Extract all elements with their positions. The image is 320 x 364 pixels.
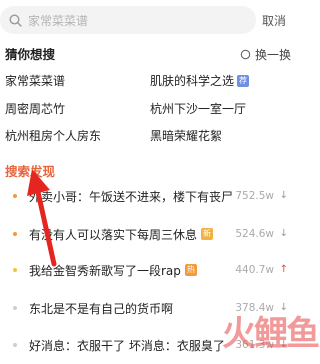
hot-list-item[interactable]: 外卖小哥：午饭送不进来，楼下有丧尸 752.5w ↓ [0, 185, 292, 207]
hot-item-text: 好消息：衣服干了 坏消息：衣服臭了 [29, 338, 225, 353]
guess-item-label: 杭州下沙一室一厅 [150, 102, 247, 116]
discover-section-title: 搜索发现 [5, 164, 56, 179]
trend-down-icon: ↓ [279, 228, 288, 239]
trend-up-icon: ↑ [279, 264, 288, 275]
guess-item[interactable]: 杭州下沙一室一厅 [150, 100, 246, 117]
search-icon [9, 13, 22, 27]
hot-item-count: 440.7w [235, 264, 274, 276]
rank-dot [13, 232, 17, 236]
hot-list-item[interactable]: 我给金智秀新歌写了一段rap 热 440.7w ↑ [0, 259, 292, 281]
recommend-tag: 荐 [237, 74, 250, 87]
hot-item-text: 外卖小哥：午饭送不进来，楼下有丧尸 [29, 189, 234, 204]
guess-item[interactable]: 杭州租房个人房东 [5, 127, 101, 144]
guess-section-title: 猜你想搜 [5, 47, 56, 62]
search-bar[interactable]: 家常菜菜谱 [0, 6, 256, 34]
watermark-logo: 火鲤鱼 [222, 314, 320, 354]
cancel-button[interactable]: 取消 [262, 12, 286, 29]
refresh-button[interactable]: 换一换 [240, 46, 291, 63]
guess-item-label: 周密周芯竹 [5, 102, 66, 116]
rank-dot [13, 306, 17, 310]
rank-dot [13, 343, 17, 347]
guess-item-label: 黑暗荣耀花絮 [150, 129, 223, 143]
guess-item-label: 杭州租房个人房东 [5, 129, 102, 143]
refresh-icon [240, 49, 251, 60]
guess-item[interactable]: 肌肤的科学之选 荐 [150, 72, 250, 89]
hot-tag: 热 [184, 264, 197, 276]
guess-item-label: 肌肤的科学之选 [150, 74, 235, 88]
rank-dot [13, 268, 17, 272]
hot-item-text: 东北是不是有自己的货币啊 [29, 301, 174, 316]
trend-down-icon: ↓ [279, 190, 288, 201]
guess-item-label: 家常菜菜谱 [5, 74, 66, 88]
new-tag: 新 [201, 228, 214, 240]
hot-item-text: 我给金智秀新歌写了一段rap 热 [29, 263, 197, 278]
hot-list-item[interactable]: 有没有人可以落实下每周三休息 新 524.6w ↓ [0, 223, 292, 245]
guess-item[interactable]: 家常菜菜谱 [5, 72, 65, 89]
hot-item-count: 524.6w [235, 228, 274, 240]
rank-dot [13, 194, 17, 198]
hot-item-text: 有没有人可以落实下每周三休息 新 [29, 227, 214, 242]
guess-item[interactable]: 周密周芯竹 [5, 100, 65, 117]
search-input[interactable]: 家常菜菜谱 [28, 12, 88, 29]
hot-item-count: 752.5w [235, 190, 274, 202]
guess-item[interactable]: 黑暗荣耀花絮 [150, 127, 222, 144]
refresh-label: 换一换 [255, 48, 292, 62]
